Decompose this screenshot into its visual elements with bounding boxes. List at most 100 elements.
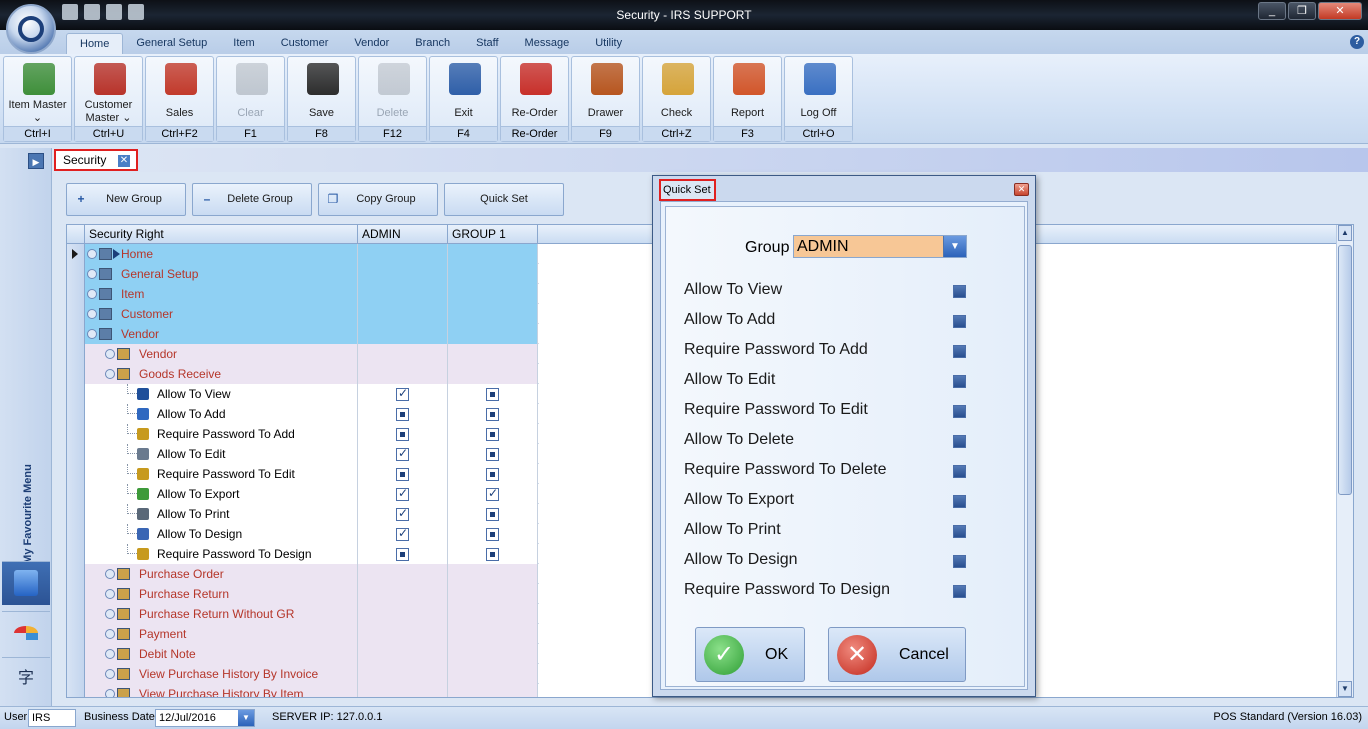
fav-dashboard-icon[interactable] [2,611,50,655]
quick-set-button[interactable]: Quick Set [444,183,564,216]
admin-checkbox[interactable] [396,548,409,561]
group-1-checkbox[interactable] [486,408,499,421]
expand-collapse-icon[interactable] [87,269,97,279]
group-1-checkbox[interactable] [486,528,499,541]
fav-language-icon[interactable]: 字 [2,657,50,701]
row-selector[interactable] [67,504,85,524]
option-require-password-to-add-checkbox[interactable] [953,345,966,358]
delete-button[interactable]: Delete F12 [358,56,427,142]
row-selector[interactable] [67,284,85,304]
row-selector[interactable] [67,304,85,324]
tab-home[interactable]: Home [66,33,124,54]
re-order-button[interactable]: Re-Order Re-Order [500,56,569,142]
admin-checkbox[interactable] [396,506,409,521]
table-row[interactable]: Goods Receive [67,364,539,384]
exit-button[interactable]: Exit F4 [429,56,498,142]
report-button[interactable]: Report F3 [713,56,782,142]
table-row[interactable]: Debit Note [67,644,539,664]
admin-checkbox[interactable] [396,428,409,441]
tab-staff[interactable]: Staff [463,33,511,54]
calendar-dropdown-icon[interactable]: ▼ [238,710,254,726]
chevron-down-icon[interactable]: ▼ [943,236,966,257]
group-1-checkbox[interactable] [486,388,499,401]
expand-collapse-icon[interactable] [105,369,115,379]
save-button[interactable]: Save F8 [287,56,356,142]
business-date-field[interactable]: 12/Jul/2016 ▼ [155,709,255,727]
row-selector[interactable] [67,464,85,484]
table-row[interactable]: Payment [67,624,539,644]
minimize-button[interactable]: _ [1258,2,1286,20]
option-require-password-to-edit-checkbox[interactable] [953,405,966,418]
check-button[interactable]: Check Ctrl+Z [642,56,711,142]
expand-collapse-icon[interactable] [87,309,97,319]
tab-vendor[interactable]: Vendor [341,33,402,54]
table-row[interactable]: General Setup [67,264,539,284]
favourite-menu-toggle[interactable]: ▶ [28,153,44,169]
group-1-checkbox[interactable] [486,468,499,481]
scroll-up-icon[interactable]: ▲ [1338,225,1352,241]
table-row[interactable]: Require Password To Design [67,544,539,564]
col-admin[interactable]: ADMIN [358,225,448,244]
tab-item[interactable]: Item [220,33,267,54]
row-selector[interactable] [67,664,85,684]
table-row[interactable]: Purchase Order [67,564,539,584]
option-allow-to-delete-checkbox[interactable] [953,435,966,448]
table-row[interactable]: Allow To Print [67,504,539,524]
table-row[interactable]: Allow To Edit [67,444,539,464]
cancel-button[interactable]: ✕ Cancel [828,627,966,682]
admin-checkbox[interactable] [396,526,409,541]
clear-button[interactable]: Clear F1 [216,56,285,142]
row-selector[interactable] [67,564,85,584]
row-selector[interactable] [67,524,85,544]
row-selector[interactable] [67,264,85,284]
expand-collapse-icon[interactable] [105,649,115,659]
row-selector[interactable] [67,244,85,264]
drawer-button[interactable]: Drawer F9 [571,56,640,142]
expand-collapse-icon[interactable] [87,249,97,259]
tab-security[interactable]: Security ✕ [54,149,138,171]
row-selector[interactable] [67,404,85,424]
admin-checkbox[interactable] [396,446,409,461]
row-selector[interactable] [67,644,85,664]
help-icon[interactable]: ? [1350,35,1364,49]
application-menu-icon[interactable] [6,4,56,54]
table-row[interactable]: Purchase Return [67,584,539,604]
col-group-1[interactable]: GROUP 1 [448,225,538,244]
row-selector[interactable] [67,444,85,464]
table-row[interactable]: Allow To Add [67,404,539,424]
row-selector[interactable] [67,364,85,384]
option-require-password-to-delete-checkbox[interactable] [953,465,966,478]
grid-vertical-scrollbar[interactable]: ▲ ▼ [1336,225,1353,697]
expand-collapse-icon[interactable] [87,329,97,339]
expand-arrow-icon[interactable] [113,249,120,259]
row-selector[interactable] [67,344,85,364]
tab-general-setup[interactable]: General Setup [123,33,220,54]
customer-master-button[interactable]: Customer Master ⌄ Ctrl+U [74,56,143,142]
table-row[interactable]: Vendor [67,324,539,344]
row-selector[interactable] [67,544,85,564]
admin-checkbox[interactable] [396,486,409,501]
option-allow-to-design-checkbox[interactable] [953,555,966,568]
tab-close-icon[interactable]: ✕ [118,155,130,167]
copy-group-button[interactable]: ❐ Copy Group [318,183,438,216]
group-1-checkbox[interactable] [486,448,499,461]
row-selector[interactable] [67,624,85,644]
table-row[interactable]: Require Password To Edit [67,464,539,484]
row-selector[interactable] [67,384,85,404]
row-selector[interactable] [67,604,85,624]
tab-branch[interactable]: Branch [402,33,463,54]
expand-collapse-icon[interactable] [87,289,97,299]
option-allow-to-add-checkbox[interactable] [953,315,966,328]
tab-utility[interactable]: Utility [582,33,635,54]
close-button[interactable]: ✕ [1318,2,1362,20]
table-row[interactable]: Purchase Return Without GR [67,604,539,624]
option-require-password-to-design-checkbox[interactable] [953,585,966,598]
expand-collapse-icon[interactable] [105,349,115,359]
tab-message[interactable]: Message [512,33,583,54]
expand-collapse-icon[interactable] [105,609,115,619]
log-off-button[interactable]: Log Off Ctrl+O [784,56,853,142]
option-allow-to-export-checkbox[interactable] [953,495,966,508]
new-group-button[interactable]: + New Group [66,183,186,216]
col-security-right[interactable]: Security Right [85,225,358,244]
row-selector[interactable] [67,424,85,444]
